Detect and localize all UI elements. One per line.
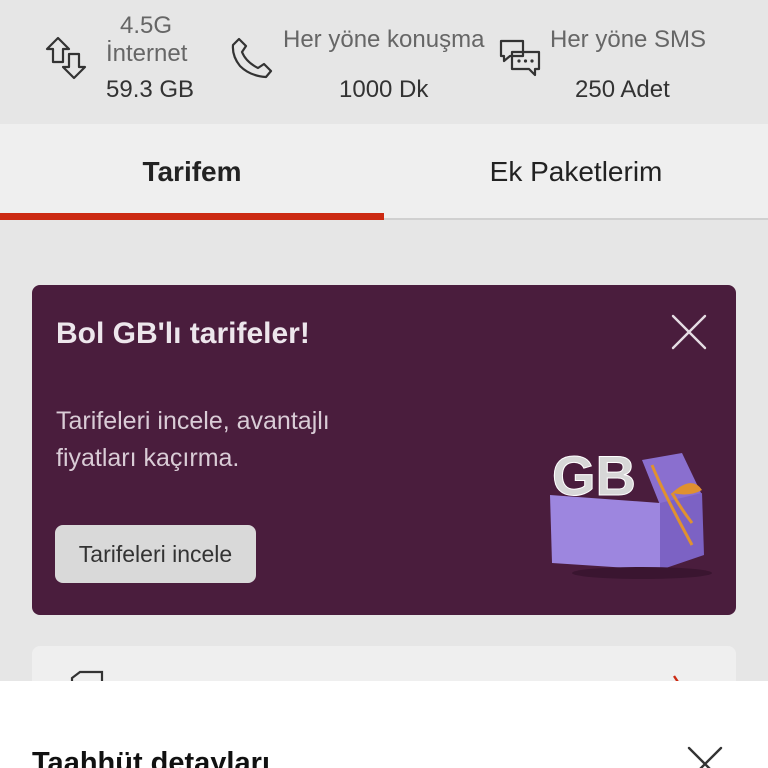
tab-tarifem[interactable]: Tarifem xyxy=(0,124,384,220)
internet-value: 59.3 GB xyxy=(106,76,195,103)
gift-box-gb-text: GB xyxy=(552,444,636,507)
promo-title: Bol GB'lı tarifeler! xyxy=(56,317,310,350)
usage-summary: 4.5G İnternet 59.3 GB Her yöne konuşma 1… xyxy=(0,0,768,124)
sms-label: Her yöne SMS xyxy=(550,26,707,53)
usage-internet[interactable]: 4.5G İnternet 59.3 GB xyxy=(0,0,220,124)
sheet-title: Taahhüt detayları xyxy=(32,747,270,768)
data-transfer-arrows-icon xyxy=(45,36,87,80)
internet-label-line2: İnternet xyxy=(106,40,188,67)
chat-bubbles-icon xyxy=(499,39,541,77)
tab-bar: Tarifem Ek Paketlerim xyxy=(0,124,768,220)
gift-box-gb-illustration: GB xyxy=(550,444,712,579)
promo-card: Bol GB'lı tarifeler! Tarifeleri incele, … xyxy=(32,285,736,615)
calls-value: 1000 Dk xyxy=(339,76,429,103)
phone-icon xyxy=(231,37,273,79)
internet-label-line1: 4.5G xyxy=(120,12,173,39)
bottom-sheet: Taahhüt detayları xyxy=(0,681,768,768)
tab-ek-paketlerim[interactable]: Ek Paketlerim xyxy=(384,124,768,220)
promo-text: Tarifeleri incele, avantajlı fiyatları k… xyxy=(56,407,330,472)
calls-label: Her yöne konuşma xyxy=(283,26,485,53)
tab-tarifem-label: Tarifem xyxy=(142,156,242,187)
close-icon[interactable] xyxy=(668,311,710,353)
usage-sms[interactable]: Her yöne SMS 250 Adet xyxy=(490,0,768,124)
view-tariffs-button[interactable]: Tarifeleri incele xyxy=(55,525,256,583)
usage-calls[interactable]: Her yöne konuşma 1000 Dk xyxy=(220,0,490,124)
close-icon[interactable] xyxy=(686,745,724,768)
sms-value: 250 Adet xyxy=(575,76,670,103)
active-tab-indicator xyxy=(0,213,384,220)
tab-ek-paketlerim-label: Ek Paketlerim xyxy=(489,156,663,187)
